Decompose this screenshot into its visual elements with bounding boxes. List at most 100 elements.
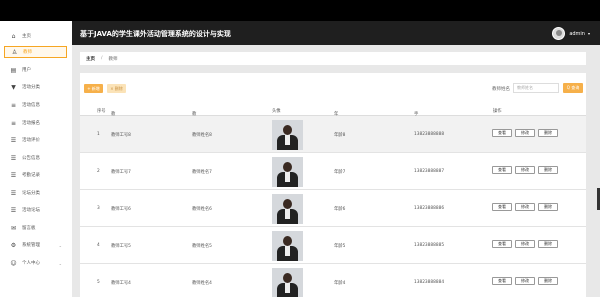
sidebar-item-label: 用户 (22, 68, 31, 73)
cell-no: 1 (97, 132, 100, 137)
sidebar-item-activity-info[interactable]: ≡ 活动信息 (4, 99, 67, 111)
view-button[interactable]: 查看 (492, 240, 512, 248)
row-delete-button[interactable]: 删除 (538, 203, 558, 211)
teacher-photo (272, 194, 303, 224)
forum-category-icon: ☰ (10, 189, 17, 197)
sidebar-item-profile[interactable]: ☺ 个人中心 ⌄ (4, 257, 67, 269)
sidebar-item-activity-category[interactable]: ▼ 活动分类 (4, 81, 67, 93)
cell-name: 教师姓名4 (192, 281, 212, 286)
sidebar-item-forum-category[interactable]: ☰ 论坛分类 (4, 187, 67, 199)
sidebar-item-attendance[interactable]: ☰ 考勤记录 (4, 169, 67, 181)
row-delete-button[interactable]: 删除 (538, 129, 558, 137)
teacher-panel: + 新增 × 删除 教师姓名 教师姓名 Q 查询 序号 教师工号⇕ 教师姓名⇕ … (80, 73, 586, 297)
sidebar-item-label: 留言板 (22, 226, 36, 231)
sidebar-item-label: 个人中心 (22, 261, 40, 266)
cell-id: 教师工号6 (111, 207, 131, 212)
avatar (552, 27, 566, 40)
sidebar-item-label: 公告信息 (22, 156, 40, 161)
cell-name: 教师姓名7 (192, 170, 212, 175)
cell-age: 年龄4 (334, 281, 346, 286)
delete-button[interactable]: × 删除 (107, 84, 126, 93)
sort-icon: ⇕ (415, 111, 418, 115)
sidebar-item-home[interactable]: ⌂ 主页 (4, 30, 67, 42)
cell-age: 年龄7 (334, 170, 346, 175)
user-icon: ♙ (11, 48, 18, 56)
sidebar-item-users[interactable]: ▤ 用户 (4, 64, 67, 76)
teacher-photo (272, 231, 303, 261)
view-button[interactable]: 查看 (492, 203, 512, 211)
cell-no: 5 (97, 280, 100, 285)
person-icon: ☺ (10, 259, 17, 267)
user-menu[interactable]: admin ▾ (552, 27, 590, 40)
edit-button[interactable]: 修改 (515, 203, 535, 211)
sidebar-item-forum[interactable]: ☰ 活动论坛 (4, 204, 67, 216)
sidebar-item-label: 活动信息 (22, 103, 40, 108)
row-delete-button[interactable]: 删除 (538, 277, 558, 285)
search-input[interactable]: 教师姓名 (513, 83, 559, 93)
edit-button[interactable]: 修改 (515, 129, 535, 137)
sidebar-item-message[interactable]: ✉ 留言板 (4, 222, 67, 234)
view-button[interactable]: 查看 (492, 277, 512, 285)
sidebar-item-label: 主页 (22, 34, 31, 39)
search-button[interactable]: Q 查询 (563, 83, 583, 93)
chevron-down-icon: ⌄ (58, 242, 62, 248)
table-row: 2 教师工号7 教师姓名7 年龄7 13823888887 查看 修改 删除 (80, 153, 586, 190)
home-icon: ⌂ (11, 32, 16, 40)
table-header: 序号 教师工号⇕ 教师姓名⇕ 头像 年龄⇕ 手机⇕ 操作 (80, 105, 586, 135)
cell-id: 教师工号5 (111, 244, 131, 249)
chevron-down-icon: ▾ (587, 31, 590, 36)
sidebar-item-teacher[interactable]: ♙ 教师 (4, 46, 67, 58)
teacher-table: 序号 教师工号⇕ 教师姓名⇕ 头像 年龄⇕ 手机⇕ 操作 1 教师工号8 教师姓… (80, 105, 586, 297)
cell-age: 年龄5 (334, 244, 346, 249)
sidebar-item-system[interactable]: ⚙ 系统管理 ⌄ (4, 239, 67, 251)
notice-icon: ☰ (10, 154, 17, 162)
cell-phone: 13823888884 (414, 280, 445, 285)
cell-no: 2 (97, 169, 100, 174)
edit-button[interactable]: 修改 (515, 166, 535, 174)
sidebar-item-label: 活动分类 (22, 85, 40, 90)
sidebar-item-activity-rating[interactable]: ☰ 活动评价 (4, 134, 67, 146)
top-black-bar (0, 0, 600, 19)
rate-icon: ☰ (10, 136, 17, 144)
row-delete-button[interactable]: 删除 (538, 240, 558, 248)
edit-button[interactable]: 修改 (515, 240, 535, 248)
sidebar-item-notice[interactable]: ☰ 公告信息 (4, 152, 67, 164)
cell-name: 教师姓名5 (192, 244, 212, 249)
sort-icon: ⇕ (193, 111, 196, 115)
sidebar-item-activity-signup[interactable]: ≡ 活动报名 (4, 117, 67, 129)
category-icon: ▼ (11, 83, 16, 91)
sidebar-item-label: 活动报名 (22, 121, 40, 126)
users-icon: ▤ (10, 66, 17, 74)
column-header: 头像 (272, 109, 281, 114)
cell-no: 4 (97, 243, 100, 248)
add-button[interactable]: + 新增 (84, 84, 103, 93)
sidebar-item-label: 活动评价 (22, 138, 40, 143)
cell-id: 教师工号7 (111, 170, 131, 175)
info-icon: ≡ (10, 101, 17, 109)
table-row: 1 教师工号8 教师姓名8 年龄8 13823888888 查看 修改 删除 (80, 116, 586, 153)
cell-age: 年龄6 (334, 207, 346, 212)
teacher-photo (272, 268, 303, 297)
breadcrumb-home[interactable]: 主页 (86, 56, 95, 62)
cell-age: 年龄8 (334, 133, 346, 138)
teacher-photo (272, 157, 303, 187)
table-row: 5 教师工号4 教师姓名4 年龄4 13823888884 查看 修改 删除 (80, 264, 586, 297)
cell-phone: 13823888888 (414, 132, 445, 137)
sort-icon: ⇕ (112, 111, 115, 115)
app-header: 基于JAVA的学生课外活动管理系统的设计与实现 admin ▾ (72, 21, 600, 45)
edit-button[interactable]: 修改 (515, 277, 535, 285)
cell-name: 教师姓名8 (192, 133, 212, 138)
breadcrumb-current: 教师 (108, 56, 118, 62)
forum-icon: ☰ (10, 206, 17, 214)
row-delete-button[interactable]: 删除 (538, 166, 558, 174)
sort-icon: ⇕ (335, 111, 338, 115)
message-icon: ✉ (10, 224, 17, 232)
sidebar-item-label: 系统管理 (22, 243, 40, 248)
view-button[interactable]: 查看 (492, 166, 512, 174)
view-button[interactable]: 查看 (492, 129, 512, 137)
cell-no: 3 (97, 206, 100, 211)
table-row: 3 教师工号6 教师姓名6 年龄6 13823888886 查看 修改 删除 (80, 190, 586, 227)
cell-id: 教师工号4 (111, 281, 131, 286)
signup-icon: ≡ (10, 119, 17, 127)
search-label: 教师姓名 (492, 87, 510, 92)
